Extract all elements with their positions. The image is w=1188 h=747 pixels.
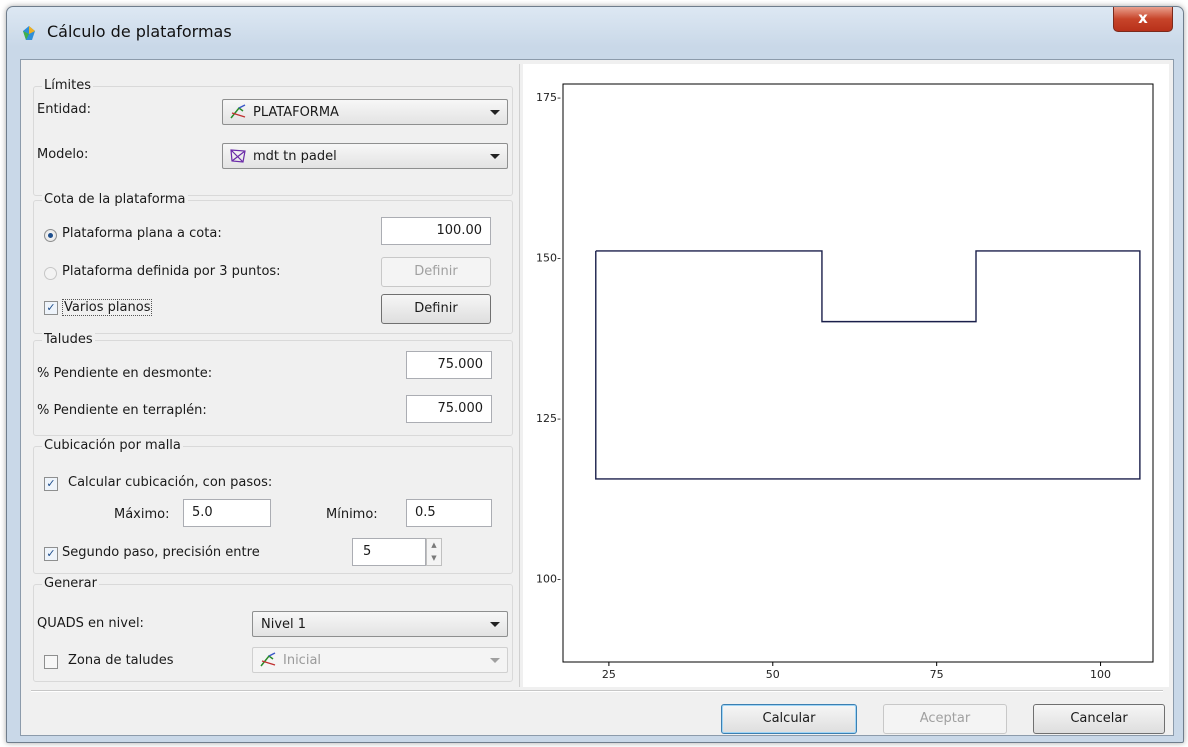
segundo-paso-input[interactable]: 5 xyxy=(352,538,426,566)
terraplen-label: % Pendiente en terraplén: xyxy=(37,403,207,418)
minimo-label: Mínimo: xyxy=(326,507,378,522)
modelo-value: mdt tn padel xyxy=(253,149,337,164)
plana-cota-input[interactable]: 100.00 xyxy=(381,217,491,245)
x-tick-label: 50 xyxy=(766,668,780,681)
definir-tres-puntos-button[interactable]: Definir xyxy=(381,257,491,287)
x-tick-label: 75 xyxy=(930,668,944,681)
close-button[interactable]: x xyxy=(1113,7,1173,32)
calcular-button[interactable]: Calcular xyxy=(721,704,857,734)
tres-puntos-radio[interactable] xyxy=(44,267,57,280)
limites-title: Límites xyxy=(42,78,93,93)
entidad-label: Entidad: xyxy=(37,102,92,117)
y-tick-label: 150- xyxy=(536,251,561,264)
limites-group: Límites Entidad: PLATAFORMA Modelo: mdt … xyxy=(33,78,513,196)
quads-label: QUADS en nivel: xyxy=(37,616,144,631)
plot-frame xyxy=(562,83,1154,663)
cota-group: Cota de la plataforma Plataforma plana a… xyxy=(33,192,513,334)
zona-taludes-label: Zona de taludes xyxy=(68,653,174,668)
entidad-value: PLATAFORMA xyxy=(253,105,339,120)
platform-plot: 100- 125- 150- 175- 25 50 75 100 xyxy=(536,83,1154,681)
generar-title: Generar xyxy=(42,576,99,591)
cancelar-button[interactable]: Cancelar xyxy=(1033,704,1165,734)
calcular-cubicacion-checkbox[interactable]: ✓ xyxy=(44,477,58,491)
definir-button[interactable]: Definir xyxy=(381,294,491,324)
generar-group: Generar QUADS en nivel: Nivel 1 Zona de … xyxy=(33,576,513,682)
entidad-select[interactable]: PLATAFORMA xyxy=(222,99,508,125)
platform-outline-series xyxy=(595,250,1141,480)
desmonte-input[interactable]: 75.000 xyxy=(406,351,492,379)
zona-taludes-select[interactable]: Inicial xyxy=(252,647,508,673)
window-title: Cálculo de plataformas xyxy=(47,22,232,41)
title-bar[interactable]: Cálculo de plataformas x xyxy=(7,7,1183,57)
segundo-paso-spinner[interactable]: ▲ ▼ xyxy=(426,538,442,566)
quads-nivel-value: Nivel 1 xyxy=(261,617,307,632)
maximo-input[interactable]: 5.0 xyxy=(183,499,271,527)
chevron-down-icon xyxy=(490,622,500,627)
y-tick-label: 175- xyxy=(536,91,561,104)
dialog-client: Límites Entidad: PLATAFORMA Modelo: mdt … xyxy=(20,59,1174,736)
taludes-title: Taludes xyxy=(42,332,95,347)
maximo-label: Máximo: xyxy=(114,507,170,522)
y-tick-label: 125- xyxy=(536,412,561,425)
y-tick-label: 100- xyxy=(536,573,561,586)
cubicacion-group: Cubicación por malla ✓ Calcular cubicaci… xyxy=(33,438,513,574)
cubicacion-title: Cubicación por malla xyxy=(42,438,183,453)
platform-entity-icon xyxy=(230,104,246,119)
quads-nivel-select[interactable]: Nivel 1 xyxy=(252,611,508,637)
spin-down-icon[interactable]: ▼ xyxy=(427,552,441,565)
modelo-label: Modelo: xyxy=(37,147,89,162)
varios-planos-checkbox[interactable]: ✓ xyxy=(44,301,58,315)
calcular-cubicacion-label: Calcular cubicación, con pasos: xyxy=(68,475,273,490)
plot-panel: 100- 125- 150- 175- 25 50 75 100 xyxy=(523,64,1169,687)
platform-entity-icon xyxy=(260,652,276,667)
segundo-paso-checkbox[interactable]: ✓ xyxy=(44,547,58,561)
segundo-paso-label: Segundo paso, precisión entre xyxy=(62,545,260,560)
dialog-window: Cálculo de plataformas x Límites Entidad… xyxy=(6,6,1184,743)
varios-planos-label: Varios planos xyxy=(62,299,153,316)
chevron-down-icon xyxy=(490,110,500,115)
app-icon xyxy=(23,26,35,40)
desmonte-label: % Pendiente en desmonte: xyxy=(37,366,213,381)
modelo-select[interactable]: mdt tn padel xyxy=(222,143,508,169)
zona-taludes-checkbox[interactable] xyxy=(44,655,58,669)
chevron-down-icon xyxy=(490,658,500,663)
spin-up-icon[interactable]: ▲ xyxy=(427,539,441,552)
panel-divider xyxy=(519,64,520,687)
cota-title: Cota de la plataforma xyxy=(42,192,188,207)
footer-divider xyxy=(31,690,1163,692)
chevron-down-icon xyxy=(490,154,500,159)
taludes-group: Taludes % Pendiente en desmonte: 75.000 … xyxy=(33,332,513,436)
zona-taludes-value: Inicial xyxy=(283,653,322,668)
x-tick-label: 25 xyxy=(602,668,616,681)
plana-radio[interactable] xyxy=(44,229,57,242)
x-tick-label: 100 xyxy=(1090,668,1111,681)
tres-puntos-label: Plataforma definida por 3 puntos: xyxy=(62,264,281,279)
minimo-input[interactable]: 0.5 xyxy=(406,499,492,527)
model-mesh-icon xyxy=(230,149,246,163)
aceptar-button[interactable]: Aceptar xyxy=(883,704,1007,734)
plana-label: Plataforma plana a cota: xyxy=(62,226,222,241)
terraplen-input[interactable]: 75.000 xyxy=(406,395,492,423)
